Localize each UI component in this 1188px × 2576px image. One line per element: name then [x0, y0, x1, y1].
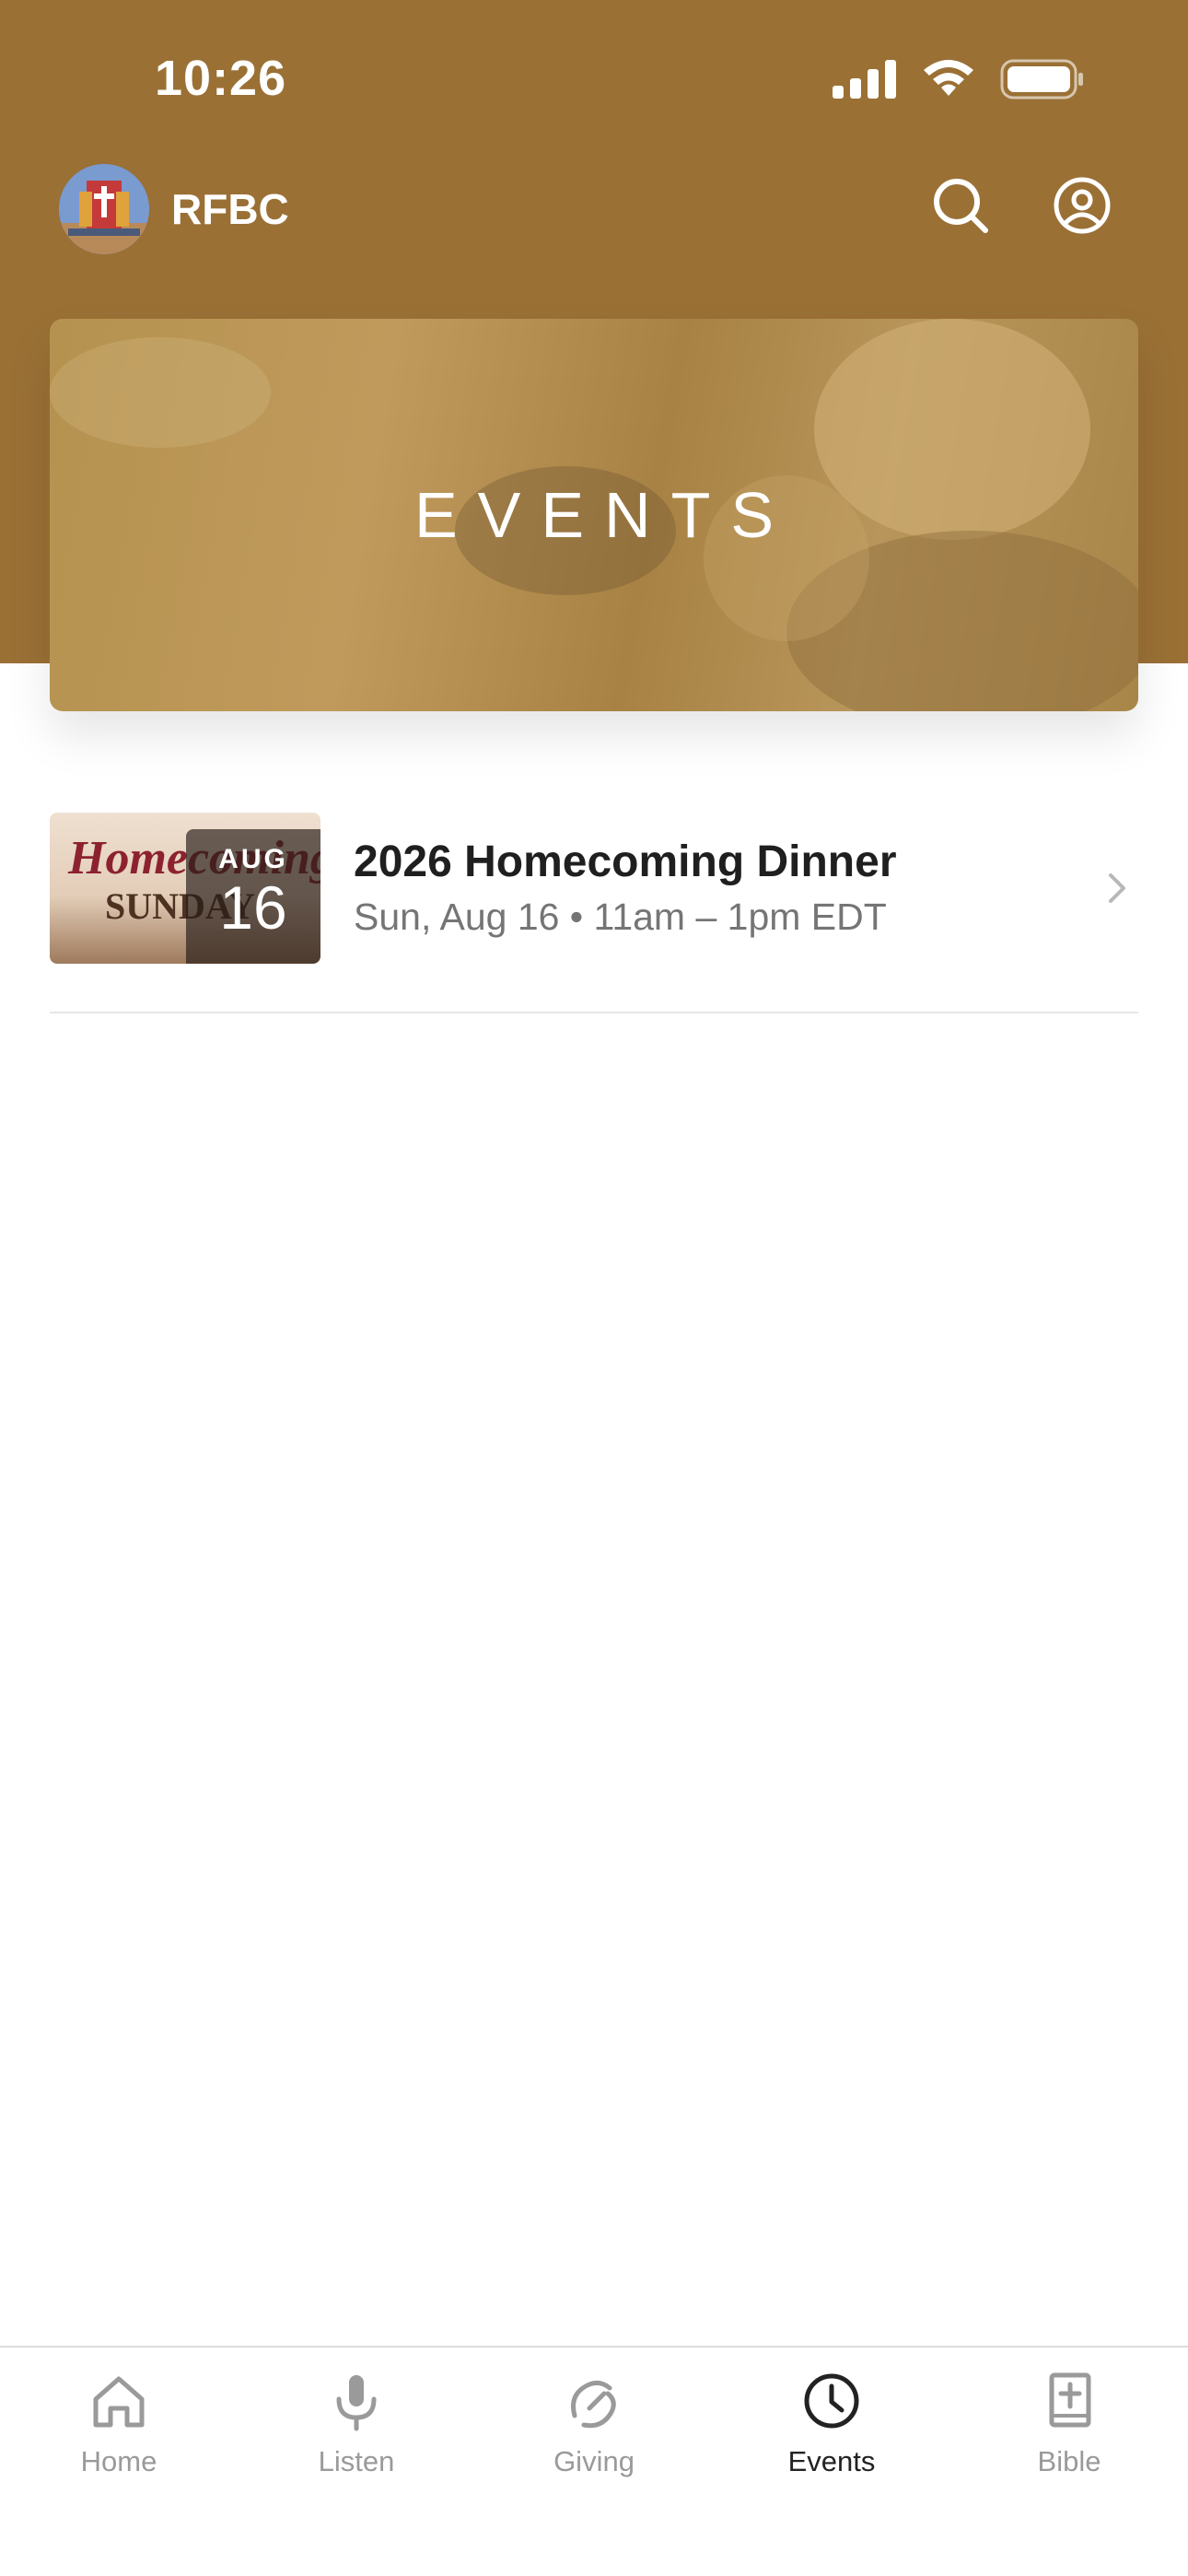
- giving-icon: [571, 2381, 616, 2429]
- app-name: RFBC: [171, 185, 289, 233]
- church-logo[interactable]: [59, 164, 149, 254]
- microphone-icon: [336, 2375, 377, 2431]
- date-badge-month: AUG: [218, 844, 288, 874]
- tab-label: Giving: [553, 2445, 635, 2477]
- tab-label: Listen: [318, 2445, 395, 2477]
- profile-icon: [1054, 177, 1111, 234]
- tab-label: Home: [80, 2445, 157, 2477]
- tab-bible[interactable]: Bible: [950, 2368, 1188, 2497]
- wifi-icon: [924, 60, 973, 96]
- list-divider: [50, 1012, 1138, 1013]
- app-header: RFBC: [0, 157, 1188, 263]
- tab-home[interactable]: Home: [0, 2368, 238, 2497]
- signal-icon: [833, 60, 896, 99]
- tab-label: Bible: [1037, 2445, 1101, 2477]
- date-badge-day: 16: [219, 873, 287, 942]
- events-hero-banner: EVENTS: [50, 319, 1138, 711]
- tab-bar: Home Listen Giving Events Bible: [0, 2346, 1188, 2576]
- hero-title: EVENTS: [413, 479, 795, 551]
- status-bar: 10:26: [0, 0, 1188, 157]
- date-badge: AUG 16: [186, 829, 320, 964]
- profile-button[interactable]: [1052, 175, 1112, 236]
- event-list-item[interactable]: Homecoming SUNDAY AUG 16 2026 Homecoming…: [50, 811, 1138, 1015]
- chevron-right-icon: [1109, 873, 1125, 903]
- status-time: 10:26: [155, 51, 287, 106]
- home-icon: [93, 2376, 145, 2428]
- battery-icon: [1000, 59, 1083, 100]
- tab-giving[interactable]: Giving: [475, 2368, 713, 2497]
- event-datetime: Sun, Aug 16 • 11am – 1pm EDT: [354, 896, 887, 938]
- tab-events[interactable]: Events: [713, 2368, 950, 2497]
- tab-label: Events: [787, 2445, 876, 2477]
- status-icons: [833, 59, 1085, 100]
- clock-icon: [804, 2373, 859, 2429]
- bible-icon: [1049, 2372, 1091, 2428]
- search-icon: [934, 179, 988, 233]
- tab-listen[interactable]: Listen: [238, 2368, 475, 2497]
- event-thumbnail: Homecoming SUNDAY AUG 16: [50, 813, 320, 964]
- church-logo-image: [59, 164, 149, 254]
- search-button[interactable]: [930, 175, 991, 236]
- event-title: 2026 Homecoming Dinner: [354, 837, 897, 886]
